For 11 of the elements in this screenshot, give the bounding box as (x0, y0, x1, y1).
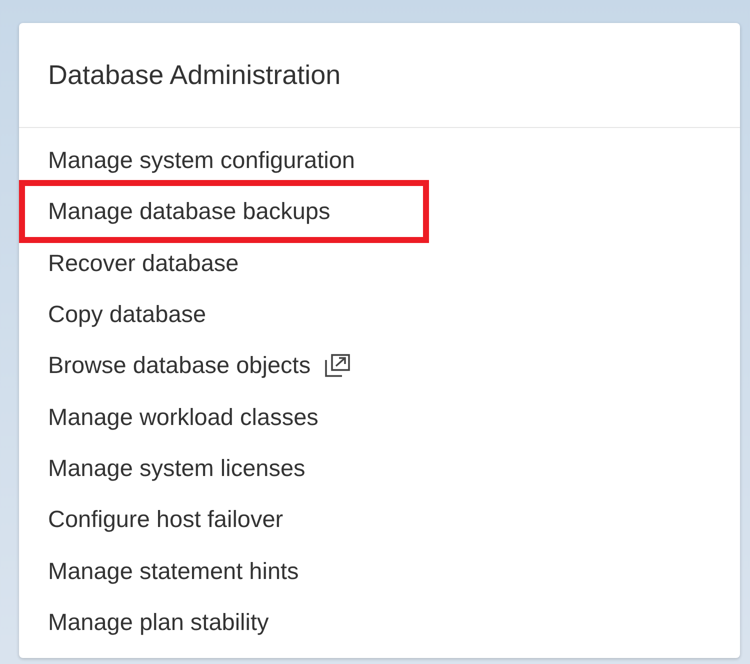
menu-link[interactable]: Manage statement hints (48, 545, 299, 597)
menu-link[interactable]: Configure host failover (48, 494, 284, 546)
menu-link[interactable]: Recover database (48, 238, 239, 289)
menu-link[interactable]: Manage system configuration (48, 135, 355, 186)
menu-link[interactable]: Manage workload classes (48, 391, 318, 443)
menu-link[interactable]: Manage system licenses (48, 442, 306, 494)
menu-link[interactable]: Manage plan stability (48, 596, 269, 648)
card-title: Database Administration (48, 60, 341, 90)
menu-link[interactable]: Copy database (48, 288, 206, 340)
menu-link[interactable]: Manage database backups (48, 186, 330, 238)
menu-link[interactable]: Browse database objects (48, 340, 351, 392)
